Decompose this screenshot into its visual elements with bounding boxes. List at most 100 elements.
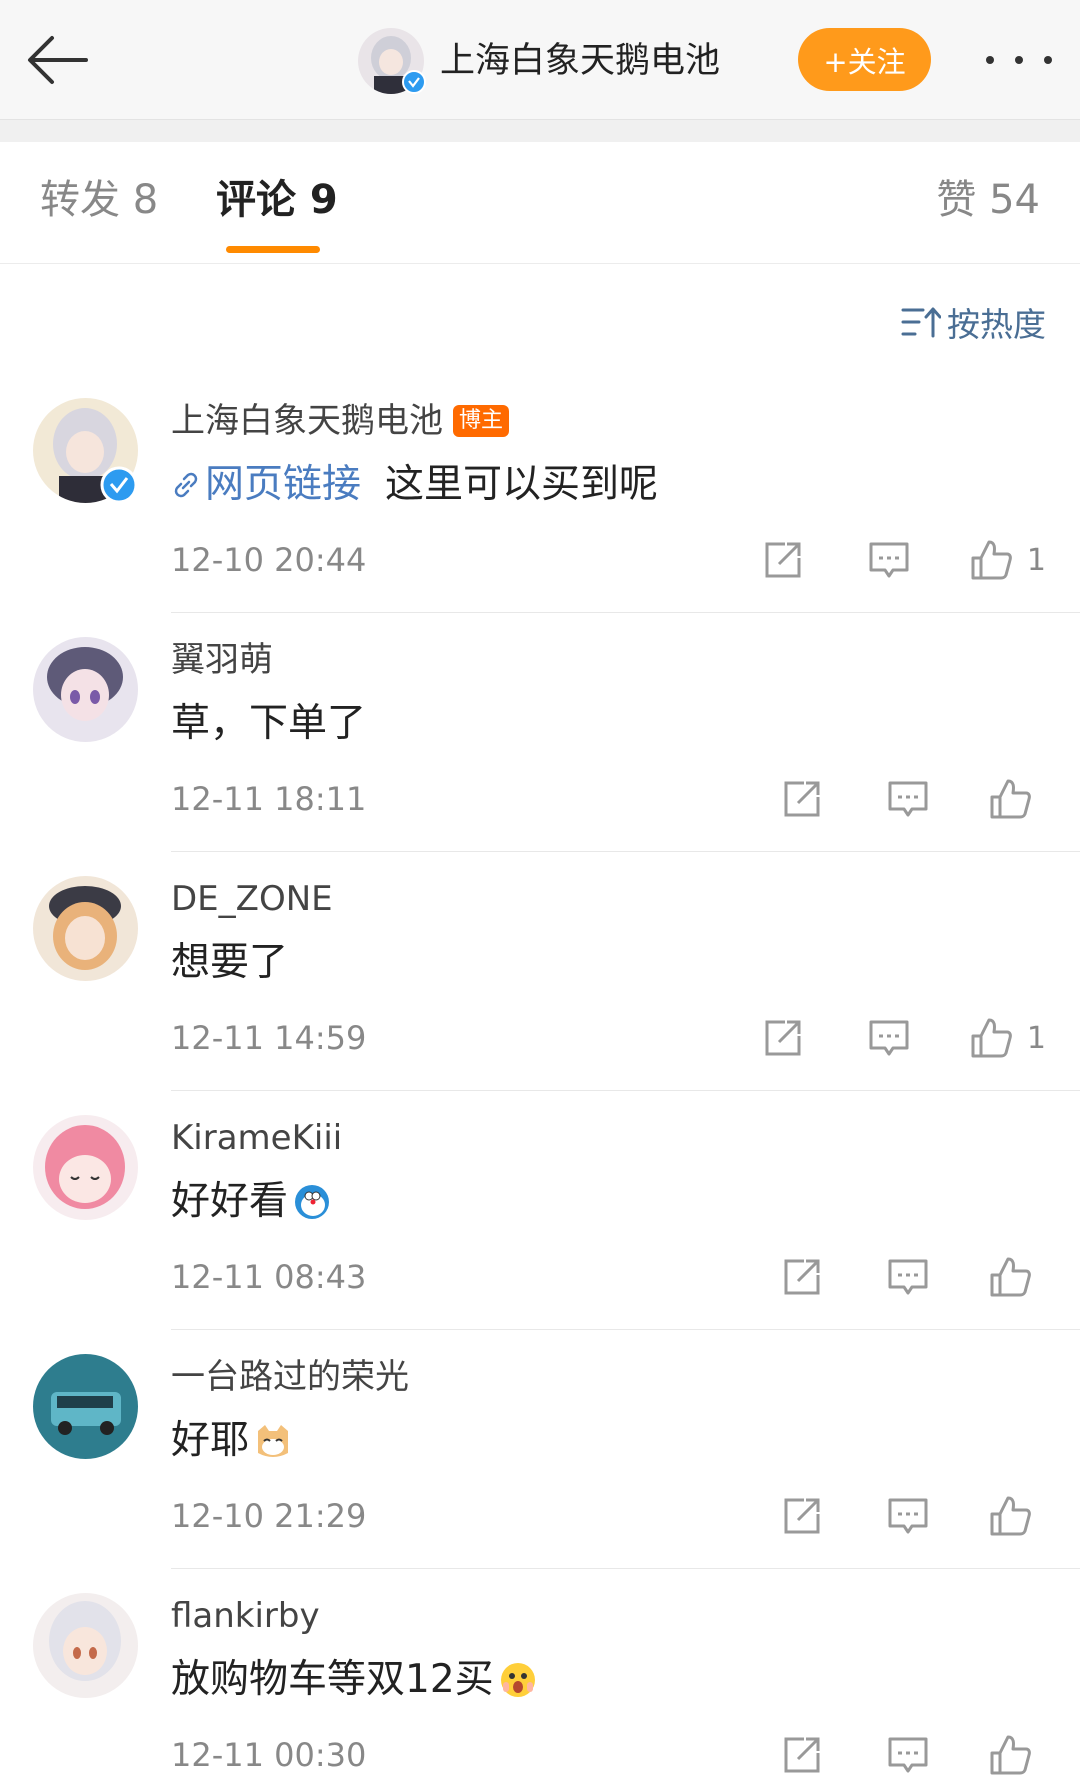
comment-actions	[780, 777, 1046, 821]
author-name: 上海白象天鹅电池	[171, 401, 443, 441]
comment-author[interactable]: 上海白象天鹅电池 博主	[171, 398, 510, 444]
comment-time: 12-11 14:59	[171, 1019, 367, 1057]
comment-text: 想要了	[171, 934, 288, 992]
verified-icon	[402, 70, 426, 94]
comment-body: 这里可以买到呢	[385, 462, 659, 507]
avatar[interactable]	[33, 876, 138, 981]
comment-body: 想要了	[171, 940, 289, 985]
comment-body: 好耶	[171, 1418, 250, 1463]
section-gap	[0, 120, 1080, 142]
like-button[interactable]	[988, 777, 1046, 821]
comment-text: 放购物车等双12买	[171, 1651, 538, 1709]
avatar[interactable]	[33, 1593, 138, 1698]
comment-item: 上海白象天鹅电池 博主 网页链接 这里可以买到呢 12-10 20:44 1	[0, 398, 1080, 637]
comment-text: 好耶	[171, 1412, 293, 1470]
like-button[interactable]	[988, 1733, 1046, 1777]
shocked-face-emoji-icon	[500, 1663, 535, 1697]
thumbs-up-icon	[990, 779, 1031, 819]
divider	[171, 1568, 1080, 1569]
comment-time: 12-10 20:44	[171, 541, 367, 579]
thumbs-up-icon	[971, 1018, 1012, 1058]
share-icon[interactable]	[780, 777, 824, 821]
author-name: 翼羽萌	[171, 640, 273, 680]
verified-icon	[100, 466, 138, 504]
reply-icon[interactable]	[886, 777, 930, 821]
like-button[interactable]: 1	[969, 1016, 1046, 1060]
web-link-label: 网页链接	[205, 462, 362, 507]
top-bar: 上海白象天鹅电池 +关注	[0, 0, 1080, 120]
sort-icon	[901, 307, 941, 338]
comment-body: 放购物车等双12买	[171, 1657, 494, 1702]
tab-likes[interactable]: 赞 54	[936, 172, 1040, 228]
like-button[interactable]: 1	[969, 538, 1046, 582]
comment-actions	[780, 1494, 1046, 1538]
comment-item: DE_ZONE 想要了 12-11 14:59 1	[0, 876, 1080, 1115]
thumbs-up-icon	[990, 1496, 1031, 1536]
tab-repost[interactable]: 转发 8	[40, 172, 158, 228]
reply-icon[interactable]	[886, 1494, 930, 1538]
divider	[171, 851, 1080, 852]
reply-icon[interactable]	[886, 1255, 930, 1299]
comment-body: 好好看	[171, 1179, 289, 1224]
reply-icon[interactable]	[886, 1733, 930, 1777]
host-badge: 博主	[453, 405, 510, 437]
comment-time: 12-10 21:29	[171, 1497, 367, 1535]
follow-button[interactable]: +关注	[798, 28, 931, 91]
thumbs-up-icon	[971, 540, 1012, 580]
divider	[171, 1090, 1080, 1091]
comment-body: 草，下单了	[171, 701, 367, 746]
comment-author[interactable]: 一台路过的荣光	[171, 1354, 409, 1400]
comment-text: 网页链接 这里可以买到呢	[171, 456, 658, 514]
comment-author[interactable]: 翼羽萌	[171, 637, 273, 683]
reply-icon[interactable]	[867, 1016, 911, 1060]
like-button[interactable]	[988, 1494, 1046, 1538]
comment-actions	[780, 1255, 1046, 1299]
share-icon[interactable]	[780, 1255, 824, 1299]
more-options-icon[interactable]	[986, 40, 1052, 80]
comment-time: 12-11 08:43	[171, 1258, 367, 1296]
comment-actions	[780, 1733, 1046, 1777]
comment-time: 12-11 00:30	[171, 1736, 367, 1774]
comment-item: KirameKiii 好好看 12-11 08:43	[0, 1115, 1080, 1354]
author-name: 一台路过的荣光	[171, 1357, 409, 1397]
share-icon[interactable]	[780, 1733, 824, 1777]
cat-emoji-icon	[258, 1425, 289, 1457]
comment-time: 12-11 18:11	[171, 780, 367, 818]
comment-actions: 1	[761, 1016, 1046, 1060]
author-name: KirameKiii	[171, 1118, 343, 1158]
share-icon[interactable]	[780, 1494, 824, 1538]
comment-item: 翼羽萌 草，下单了 12-11 18:11	[0, 637, 1080, 876]
comment-actions: 1	[761, 538, 1046, 582]
link-icon	[174, 472, 198, 498]
sort-button[interactable]: 按热度	[901, 298, 1046, 346]
author-name: flankirby	[171, 1596, 320, 1636]
sort-label: 按热度	[947, 305, 1046, 344]
comment-item: flankirby 放购物车等双12买 12-11 00:30	[0, 1593, 1080, 1791]
tab-bar: 转发 8 评论 9 赞 54	[0, 142, 1080, 264]
page-title: 上海白象天鹅电池	[440, 41, 721, 81]
comment-author[interactable]: KirameKiii	[171, 1115, 342, 1161]
comment-author[interactable]: flankirby	[171, 1593, 320, 1639]
comment-item: 一台路过的荣光 好耶 12-10 21:29	[0, 1354, 1080, 1593]
reply-icon[interactable]	[867, 538, 911, 582]
like-count: 1	[1026, 542, 1046, 578]
back-arrow-icon[interactable]	[22, 28, 94, 92]
active-tab-indicator	[226, 246, 320, 253]
comment-text: 草，下单了	[171, 695, 366, 753]
avatar[interactable]	[33, 1354, 138, 1459]
comment-text: 好好看	[171, 1173, 332, 1231]
author-name: DE_ZONE	[171, 879, 333, 919]
thumbs-up-icon	[990, 1257, 1031, 1297]
web-link[interactable]: 网页链接	[171, 456, 361, 514]
like-count: 1	[1026, 1020, 1046, 1056]
avatar[interactable]	[33, 1115, 138, 1220]
divider	[171, 1329, 1080, 1330]
thumbs-up-icon	[990, 1735, 1031, 1775]
like-button[interactable]	[988, 1255, 1046, 1299]
doraemon-emoji-icon	[295, 1185, 330, 1219]
divider	[171, 612, 1080, 613]
share-icon[interactable]	[761, 538, 805, 582]
share-icon[interactable]	[761, 1016, 805, 1060]
avatar[interactable]	[33, 637, 138, 742]
comment-author[interactable]: DE_ZONE	[171, 876, 333, 922]
